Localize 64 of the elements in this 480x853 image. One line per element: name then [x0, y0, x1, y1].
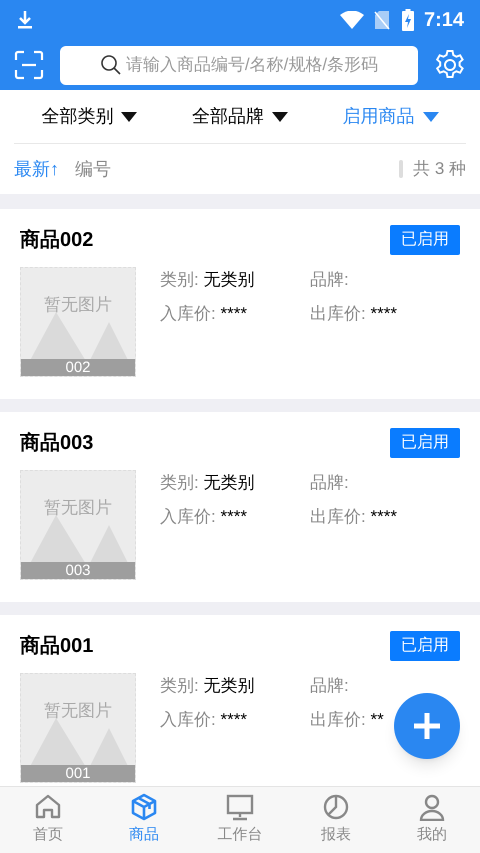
- person-icon: [418, 793, 446, 822]
- field-value: ****: [220, 710, 247, 728]
- settings-icon[interactable]: [434, 49, 466, 81]
- no-sim-icon: [374, 10, 390, 30]
- field-label: 出库价:: [310, 304, 366, 322]
- filter-dropdown[interactable]: 全部品牌: [164, 103, 316, 130]
- nav-tab[interactable]: 商品: [96, 787, 192, 853]
- wifi-icon: [340, 11, 364, 29]
- caret-icon: [272, 112, 288, 122]
- field-value: ****: [370, 506, 397, 526]
- field-label: 类别:: [160, 473, 199, 492]
- field-value: ****: [220, 304, 247, 322]
- field-label: 类别:: [160, 270, 199, 289]
- pie-chart-icon: [322, 793, 350, 822]
- nav-tab[interactable]: 报表: [288, 787, 384, 853]
- filter-dropdown[interactable]: 启用商品: [315, 103, 466, 130]
- field-label: 品牌:: [310, 473, 349, 492]
- product-code: 002: [21, 359, 135, 376]
- sort-option[interactable]: 编号: [75, 156, 111, 182]
- field-label: 入库价:: [160, 710, 216, 728]
- product-name: 商品001: [20, 634, 94, 659]
- nav-tab[interactable]: 首页: [0, 787, 96, 853]
- status-time: 7:14: [424, 8, 464, 33]
- placeholder-text: 暂无图片: [43, 700, 113, 722]
- field-label: 类别:: [160, 676, 199, 695]
- product-card[interactable]: 商品002 已启用 暂无图片 002 类别: 无类别 品牌: 入库价: **** 出库价: ****: [0, 209, 480, 399]
- sort-option[interactable]: 最新↑: [14, 156, 59, 182]
- scan-icon[interactable]: [14, 50, 44, 80]
- product-card[interactable]: 商品001 已启用 暂无图片 001 类别: 无类别 品牌: 入库价: **** 出库价: **: [0, 615, 480, 786]
- status-badge: 已启用: [390, 225, 460, 255]
- cube-icon: [130, 793, 158, 822]
- search-field[interactable]: 请输入商品编号/名称/规格/条形码: [60, 46, 418, 84]
- plus-icon: [412, 711, 442, 741]
- filter-dropdown[interactable]: 全部类别: [14, 103, 165, 130]
- monitor-icon: [226, 793, 254, 822]
- status-badge: 已启用: [390, 631, 460, 661]
- field-label: 品牌:: [310, 676, 349, 695]
- download-icon: [16, 10, 34, 30]
- field-value: ****: [370, 304, 397, 322]
- status-badge: 已启用: [390, 428, 460, 458]
- placeholder-text: 暂无图片: [43, 497, 113, 519]
- field-label: 品牌:: [310, 270, 349, 289]
- field-label: 出库价:: [310, 506, 366, 526]
- field-value: 无类别: [203, 676, 254, 695]
- nav-tab[interactable]: 我的: [384, 787, 480, 853]
- product-name: 商品003: [20, 430, 94, 456]
- caret-icon: [121, 112, 138, 122]
- placeholder-text: 暂无图片: [43, 294, 113, 316]
- field-label: 出库价:: [310, 710, 366, 728]
- field-value: 无类别: [203, 473, 254, 492]
- product-name: 商品002: [20, 228, 94, 253]
- field-value: 无类别: [203, 270, 254, 289]
- product-code: 001: [21, 765, 135, 782]
- nav-tab[interactable]: 工作台: [192, 787, 288, 853]
- caret-icon: [422, 112, 439, 122]
- product-code: 003: [21, 562, 135, 579]
- battery-icon: [402, 9, 414, 31]
- field-label: 入库价:: [160, 304, 216, 322]
- field-value: ****: [220, 506, 247, 526]
- field-label: 入库价:: [160, 506, 216, 526]
- product-card[interactable]: 商品003 已启用 暂无图片 003 类别: 无类别 品牌: 入库价: **** 出库价: ****: [0, 412, 480, 602]
- search-icon: [100, 54, 122, 76]
- field-value: **: [370, 710, 384, 728]
- total-count: 共 3 种: [413, 158, 466, 180]
